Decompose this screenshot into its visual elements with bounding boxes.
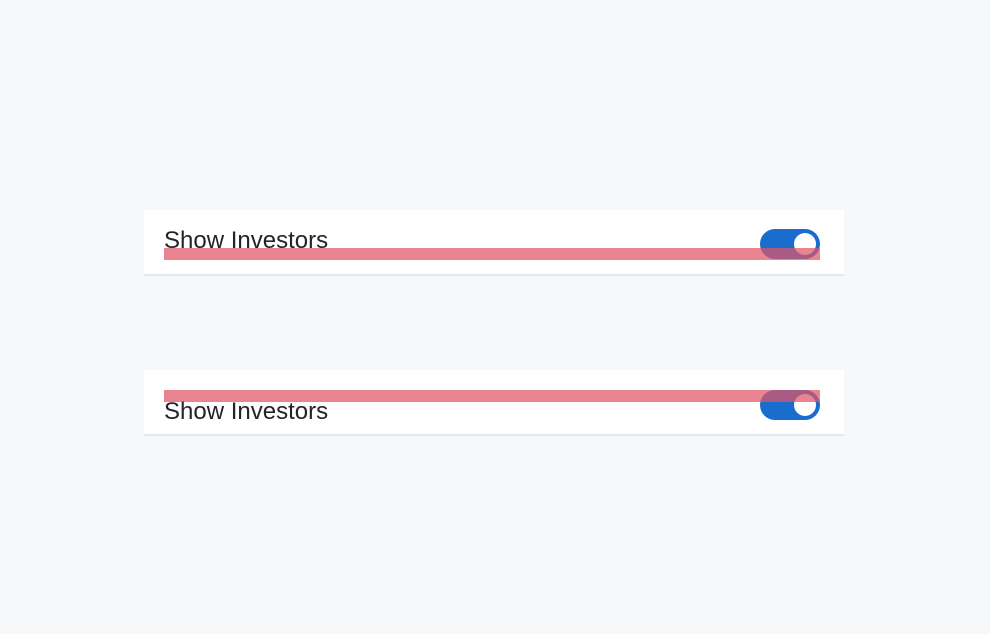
show-investors-row-1: Show Investors [144,210,844,276]
highlight-overlay-bar [164,248,820,260]
show-investors-label-2: Show Investors [164,398,329,425]
